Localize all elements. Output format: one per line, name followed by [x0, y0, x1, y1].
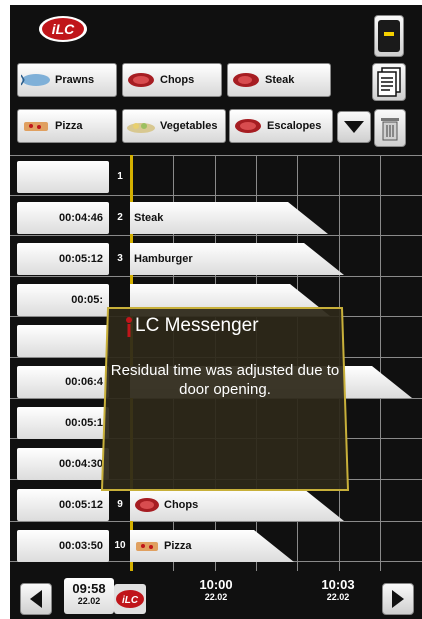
timeline-mark: 10:00 22.02: [186, 578, 246, 603]
timer-label: Steak: [134, 212, 164, 224]
ilc-logo[interactable]: iLC: [38, 15, 88, 43]
svg-text:iLC: iLC: [122, 595, 139, 606]
current-date: 22.02: [77, 596, 101, 606]
timer-time[interactable]: [17, 325, 109, 357]
pizza-icon: [24, 122, 48, 131]
program-list-button[interactable]: [372, 63, 406, 101]
messenger-i-icon: [126, 317, 132, 337]
timer-number: 2: [117, 212, 123, 223]
timer-bar[interactable]: Steak: [130, 202, 328, 234]
expand-button[interactable]: [337, 111, 371, 143]
timer-label: Hamburger: [134, 253, 193, 265]
ilc-logo-small[interactable]: iLC: [114, 584, 146, 614]
escalopes-icon: [235, 119, 261, 133]
pizza-icon: [136, 542, 158, 551]
timer-bar[interactable]: Hamburger: [130, 243, 344, 275]
timer-number: 1: [117, 171, 123, 182]
prawn-icon: [21, 74, 50, 86]
timer-time[interactable]: 00:05:: [17, 284, 109, 316]
timeline-mark-date: 22.02: [204, 592, 228, 602]
timer-label: Pizza: [164, 540, 192, 552]
chops-icon: [128, 73, 154, 87]
timer-time[interactable]: 00:05:12: [17, 243, 109, 275]
device-status-button[interactable]: [374, 15, 404, 57]
trash-icon: [381, 118, 399, 141]
document-list-icon: [377, 67, 401, 97]
timeline-mark-time: 10:00: [199, 577, 233, 592]
program-button-prawns[interactable]: Prawns: [17, 63, 117, 97]
triangle-down-icon: [344, 121, 364, 133]
timer-time[interactable]: 00:06:4: [17, 366, 109, 398]
current-time: 09:58: [72, 581, 106, 596]
timeline-back-button[interactable]: [20, 583, 52, 615]
program-label: Escalopes: [267, 120, 322, 132]
program-label: Pizza: [55, 120, 83, 132]
timeline-mark: 10:03 22.02: [308, 578, 368, 603]
program-label: Chops: [160, 74, 195, 86]
triangle-left-icon: [30, 590, 42, 608]
vegetables-icon: [127, 123, 155, 133]
steak-icon: [233, 73, 259, 87]
program-button-vegetables[interactable]: Vegetables: [122, 109, 226, 143]
program-button-escalopes[interactable]: Escalopes: [229, 109, 333, 143]
timeline-mark-time: 10:03: [321, 577, 355, 592]
current-time-box: 09:58 22.02: [64, 578, 114, 614]
triangle-right-icon: [392, 590, 404, 608]
program-label: Vegetables: [160, 120, 218, 132]
timer-time[interactable]: 00:03:50: [17, 530, 109, 562]
timer-time[interactable]: 00:05:1: [17, 407, 109, 439]
timer-time[interactable]: 00:04:46: [17, 202, 109, 234]
timer-number: 10: [114, 540, 126, 551]
timer-number: 3: [117, 253, 123, 264]
timer-time[interactable]: [17, 161, 109, 193]
messenger-title: LC Messenger: [135, 315, 259, 336]
program-label: Steak: [265, 74, 295, 86]
door-indicator-icon: [378, 20, 400, 52]
program-button-chops[interactable]: Chops: [122, 63, 222, 97]
timeline-mark-date: 22.02: [326, 592, 350, 602]
timer-bar[interactable]: Pizza: [130, 530, 294, 562]
svg-text:iLC: iLC: [52, 21, 75, 37]
program-label: Prawns: [55, 74, 95, 86]
program-button-pizza[interactable]: Pizza: [17, 109, 117, 143]
timer-time[interactable]: 00:04:30: [17, 448, 109, 480]
delete-button[interactable]: [374, 109, 406, 147]
timeline-forward-button[interactable]: [382, 583, 414, 615]
messenger-message: Residual time was adjusted due to door o…: [110, 362, 340, 398]
cooking-panel: iLC Prawns Chops Steak Pizza Vegetables: [10, 5, 422, 619]
program-button-steak[interactable]: Steak: [227, 63, 331, 97]
timer-time[interactable]: 00:05:12: [17, 489, 109, 521]
